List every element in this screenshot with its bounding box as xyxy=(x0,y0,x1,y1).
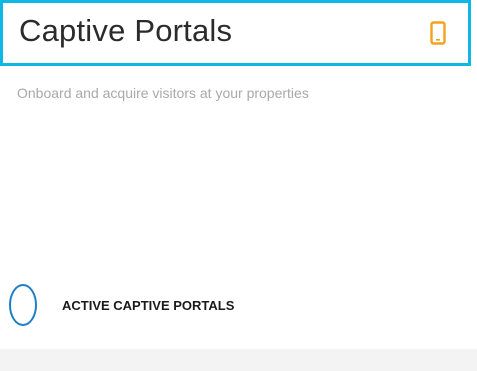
page-title: Captive Portals xyxy=(19,13,233,48)
captive-portals-card: Captive Portals Onboard and acquire visi… xyxy=(0,0,477,371)
stat-label: ACTIVE CAPTIVE PORTALS xyxy=(62,297,235,313)
card-subtitle: Onboard and acquire visitors at your pro… xyxy=(17,85,309,101)
active-portals-stat[interactable]: ACTIVE CAPTIVE PORTALS xyxy=(8,283,234,327)
ring-icon xyxy=(8,283,38,327)
card-header[interactable]: Captive Portals xyxy=(0,0,471,66)
mobile-phone-icon[interactable] xyxy=(430,21,446,45)
card-footer xyxy=(0,349,477,371)
